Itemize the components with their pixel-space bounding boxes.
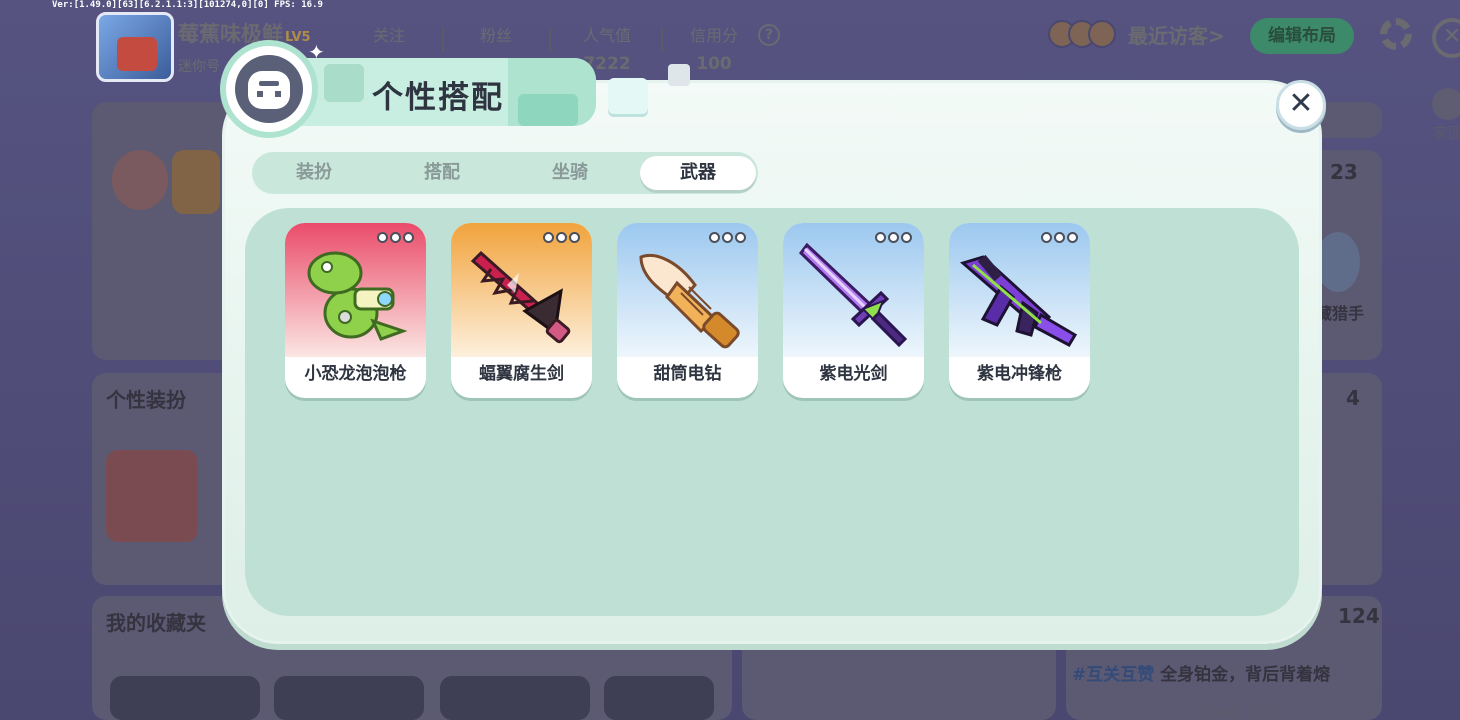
level-badge: LV5 <box>285 30 311 45</box>
side-label: 藏猎手 <box>1316 304 1365 323</box>
post-text: 全身铂金，背后背着熔 <box>1160 665 1331 685</box>
visitor-avatars[interactable] <box>1048 20 1116 48</box>
stat-label: 信用分 <box>689 26 738 45</box>
panel-count: 23 <box>1330 160 1358 184</box>
avatar <box>1088 20 1116 48</box>
more-icon[interactable] <box>709 232 746 243</box>
collection-title: 我的收藏夹 <box>106 611 206 635</box>
recent-visitors-link[interactable]: 最近访客> <box>1128 20 1225 49</box>
home-label: 家园 <box>1432 124 1460 142</box>
outfit-count: 4 <box>1346 386 1360 410</box>
close-button[interactable]: ✕ <box>1276 80 1326 130</box>
weapon-card[interactable]: 甜筒电钻 <box>617 223 758 398</box>
help-icon[interactable]: ? <box>758 24 780 46</box>
stat-followers[interactable]: 粉丝 <box>451 22 541 54</box>
reward-thumbnail <box>1316 232 1360 292</box>
stat-following[interactable]: 关注 <box>344 22 434 54</box>
collection-item[interactable] <box>440 676 590 720</box>
weapon-card[interactable]: 小恐龙泡泡枪 <box>285 223 426 398</box>
balloon-decoration <box>112 150 168 210</box>
tab-mount[interactable]: 坐骑 <box>512 156 628 190</box>
ip-location: IP属地: 广东 <box>1204 706 1271 720</box>
trophy-decoration <box>172 150 220 214</box>
outfit-title: 个性装扮 <box>106 388 186 412</box>
decoration <box>608 78 648 114</box>
weapon-card[interactable]: 紫电冲锋枪 <box>949 223 1090 398</box>
more-icon[interactable] <box>543 232 580 243</box>
weapon-name: 甜筒电钻 <box>653 364 722 384</box>
edit-layout-button[interactable]: 编辑布局 <box>1250 18 1354 54</box>
collection-item[interactable] <box>604 676 714 720</box>
weapon-name: 小恐龙泡泡枪 <box>304 364 407 384</box>
stat-label: 关注 <box>372 26 405 45</box>
category-tabs: 装扮 搭配 坐骑 武器 <box>252 152 758 194</box>
divider <box>549 28 551 52</box>
weapon-card[interactable]: 紫电光剑 <box>783 223 924 398</box>
purple-smg-icon <box>959 254 1078 347</box>
weapon-name: 紫电冲锋枪 <box>977 364 1062 384</box>
avatar[interactable] <box>96 12 174 82</box>
outfit-thumbnail[interactable] <box>106 450 198 542</box>
tab-weapon[interactable]: 武器 <box>640 156 756 190</box>
post-hashtag[interactable]: #互关互赞 全身铂金，背后背着熔 <box>1072 660 1330 685</box>
more-icon[interactable] <box>1041 232 1078 243</box>
dino-bubble-gun-icon <box>307 251 408 341</box>
more-icon[interactable] <box>377 232 414 243</box>
collection-item[interactable] <box>110 676 260 720</box>
batwing-sword-icon <box>470 250 571 344</box>
weapon-name: 紫电光剑 <box>819 364 888 384</box>
decoration <box>324 64 364 102</box>
collection-count: 124 <box>1338 604 1380 628</box>
gear-icon[interactable] <box>1380 18 1412 50</box>
profile-nickname: 莓蕉味极鲜 LV5 <box>178 18 311 48</box>
stat-label: 人气值 <box>582 26 631 45</box>
collection-item[interactable] <box>274 676 424 720</box>
emblem-icon <box>220 40 318 138</box>
home-icon <box>1432 88 1460 120</box>
tab-match[interactable]: 搭配 <box>384 156 500 190</box>
more-icon[interactable] <box>875 232 912 243</box>
sparkle-icon: ✦ <box>308 40 325 64</box>
purple-lightsaber-icon <box>799 242 908 348</box>
divider <box>661 28 663 52</box>
home-button[interactable]: 家园 <box>1428 88 1460 148</box>
hashtag-label[interactable]: #互关互赞 <box>1072 665 1154 685</box>
tab-outfit[interactable]: 装扮 <box>256 156 372 190</box>
divider <box>442 28 444 52</box>
decoration <box>668 64 690 86</box>
weapon-card[interactable]: 蝠翼腐生剑 <box>451 223 592 398</box>
account-label: 迷你号 <box>178 59 220 75</box>
weapon-name: 蝠翼腐生剑 <box>479 364 564 384</box>
debug-overlay: Ver:[1.49.0][63][6.2.1.1:3][101274,0][0]… <box>52 0 323 10</box>
dialog-title: 个性搭配 <box>372 80 504 116</box>
icecream-drill-icon <box>639 254 740 349</box>
stat-label: 粉丝 <box>479 26 512 45</box>
